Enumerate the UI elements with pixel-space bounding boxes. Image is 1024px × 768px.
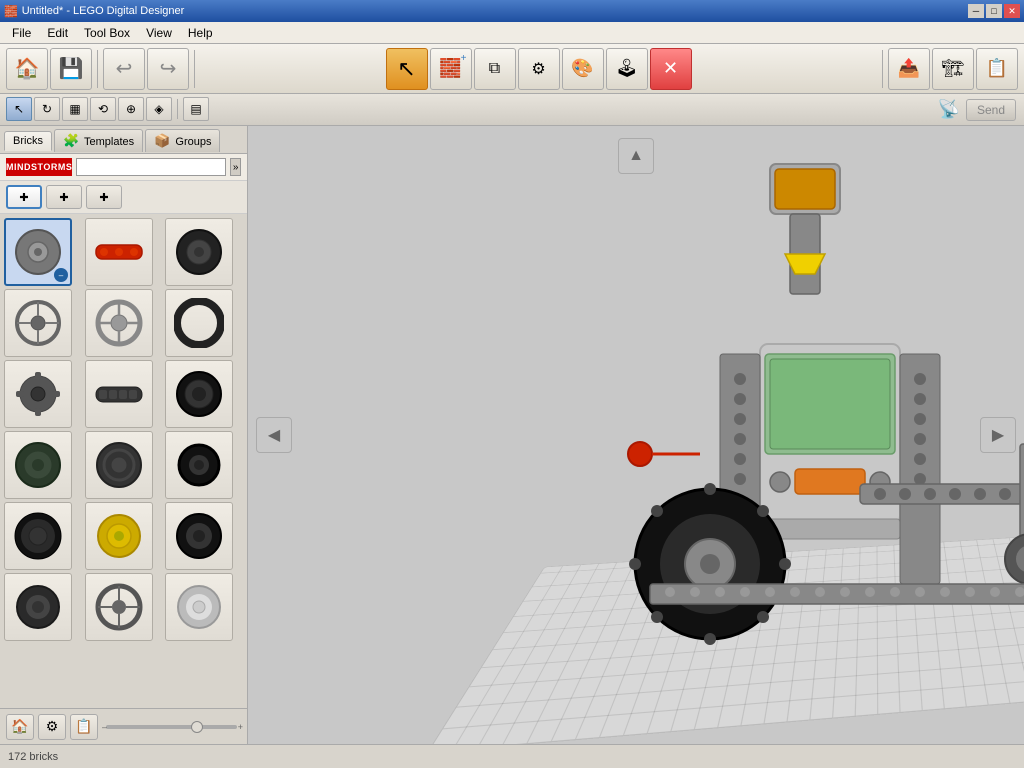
share-button[interactable]: 📤	[888, 48, 930, 90]
build-button[interactable]: 🏗	[932, 48, 974, 90]
secondary-toolbar: ↖ ↻ ▦ ⟲ ⊕ ◈ ▤	[0, 94, 215, 126]
brick-item-red-beam[interactable]	[85, 218, 153, 286]
panel-bottom: 🏠 ⚙ 📋 – +	[0, 708, 247, 744]
send-button[interactable]: Send	[966, 99, 1016, 121]
menu-file[interactable]: File	[4, 24, 39, 42]
brick-item-spoked-wheel2[interactable]	[85, 289, 153, 357]
brick-item-caterpillar[interactable]	[85, 360, 153, 428]
rotate-tool-btn[interactable]: ↻	[34, 97, 60, 121]
nav-right-arrow[interactable]: ▶	[980, 417, 1016, 453]
window-title: 🧱 Untitled* - LEGO Digital Designer	[4, 5, 184, 18]
panel-export-btn[interactable]: 📋	[70, 714, 98, 740]
panel-tabs: Bricks 🧩 Templates 📦 Groups	[0, 126, 247, 154]
brick-item-wheel-dark2[interactable]	[165, 502, 233, 570]
close-button[interactable]: ✕	[1004, 4, 1020, 18]
brick-item-yellow-wheel[interactable]	[85, 502, 153, 570]
new-subgroup-btn[interactable]: ✚	[46, 185, 82, 209]
window-icon: 🧱	[4, 5, 18, 18]
menu-help[interactable]: Help	[180, 24, 221, 42]
brick-item-dark-wheel2[interactable]	[165, 431, 233, 499]
model-area	[248, 126, 1024, 744]
brick-count: 172 bricks	[8, 751, 58, 763]
instructions-button[interactable]: 📋	[976, 48, 1018, 90]
brick-item-disc2[interactable]	[4, 573, 72, 641]
minimize-button[interactable]: ─	[968, 4, 984, 18]
zoom-slider[interactable]: – +	[106, 725, 237, 729]
main-content: Bricks 🧩 Templates 📦 Groups MINDSTORMS »…	[0, 126, 1024, 744]
cursor-tool-btn[interactable]: ↖	[6, 97, 32, 121]
brick-item-track[interactable]	[85, 431, 153, 499]
viewport[interactable]: ▲ ◀ ▶	[248, 126, 1024, 744]
zoom-max: +	[238, 722, 243, 732]
clone-button[interactable]: ⧉	[474, 48, 516, 90]
brick-item-dark-tire[interactable]	[165, 360, 233, 428]
statusbar: 172 bricks	[0, 744, 1024, 768]
select-tool-button[interactable]: ↖	[386, 48, 428, 90]
brick-item-gear[interactable]	[4, 360, 72, 428]
brick-item-big-tire[interactable]	[4, 502, 72, 570]
brick-item-disc[interactable]	[4, 431, 72, 499]
left-panel: Bricks 🧩 Templates 📦 Groups MINDSTORMS »…	[0, 126, 248, 744]
view-toggle-btn[interactable]: ▤	[183, 97, 209, 121]
search-input[interactable]	[76, 158, 226, 176]
brick-item-dark-wheel[interactable]	[165, 218, 233, 286]
window-controls: ─ □ ✕	[968, 4, 1020, 18]
flex-tool-btn[interactable]: ⟲	[90, 97, 116, 121]
robot-svg	[520, 144, 1024, 664]
zoom-min: –	[102, 722, 107, 732]
home-button[interactable]: 🏠	[6, 48, 48, 90]
menu-edit[interactable]: Edit	[39, 24, 76, 42]
groups-icon: 📦	[154, 133, 170, 148]
stamp-tool-btn[interactable]: ▦	[62, 97, 88, 121]
nav-left-arrow[interactable]: ◀	[256, 417, 292, 453]
hinge-tool-btn[interactable]: ⊕	[118, 97, 144, 121]
paint-button[interactable]: 🎨	[562, 48, 604, 90]
brick-item-wheel-large[interactable]: –	[4, 218, 72, 286]
filter-area: MINDSTORMS »	[0, 154, 247, 181]
undo-button[interactable]: ↩	[103, 48, 145, 90]
add-brick-button[interactable]: 🧱+	[430, 48, 472, 90]
menu-toolbox[interactable]: Tool Box	[76, 24, 138, 42]
selected-badge: –	[54, 268, 68, 282]
hinge-button[interactable]: ⚙	[518, 48, 560, 90]
brick-item-spoked3[interactable]	[85, 573, 153, 641]
toolbar-separator-2	[194, 50, 195, 88]
view3d-button[interactable]: 🕹	[606, 48, 648, 90]
brand-logo: MINDSTORMS	[6, 158, 72, 176]
maximize-button[interactable]: □	[986, 4, 1002, 18]
send-icon: 📡	[938, 99, 960, 120]
toolbar-separator-3	[882, 50, 883, 88]
paint-tool-btn[interactable]: ◈	[146, 97, 172, 121]
panel-settings-btn[interactable]: ⚙	[38, 714, 66, 740]
templates-icon: 🧩	[63, 133, 79, 148]
tab-groups[interactable]: 📦 Groups	[145, 129, 220, 152]
toolbar2-sep	[177, 99, 178, 119]
panel-home-btn[interactable]: 🏠	[6, 714, 34, 740]
redo-button[interactable]: ↪	[147, 48, 189, 90]
zoom-thumb[interactable]	[191, 721, 203, 733]
brick-item-spoke-wheel[interactable]	[4, 289, 72, 357]
menu-view[interactable]: View	[138, 24, 180, 42]
nav-up-arrow[interactable]: ▲	[618, 138, 654, 174]
tab-bricks[interactable]: Bricks	[4, 131, 52, 151]
brick-item-rim[interactable]	[165, 573, 233, 641]
main-toolbar: 🏠 💾 ↩ ↪ ↖ 🧱+ ⧉ ⚙ 🎨 🕹 ✕ 📤 🏗 📋	[0, 44, 1024, 94]
new-group-btn[interactable]: ✚	[6, 185, 42, 209]
menubar: File Edit Tool Box View Help	[0, 22, 1024, 44]
collapse-button[interactable]: »	[230, 158, 241, 176]
add-to-group-btn[interactable]: ✚	[86, 185, 122, 209]
save-button[interactable]: 💾	[50, 48, 92, 90]
brick-item-ring[interactable]	[165, 289, 233, 357]
delete-button[interactable]: ✕	[650, 48, 692, 90]
tab-templates[interactable]: 🧩 Templates	[54, 129, 143, 152]
toolbar-separator-1	[97, 50, 98, 88]
brick-grid: –	[0, 214, 247, 708]
category-buttons: ✚ ✚ ✚	[0, 181, 247, 214]
titlebar: 🧱 Untitled* - LEGO Digital Designer ─ □ …	[0, 0, 1024, 22]
